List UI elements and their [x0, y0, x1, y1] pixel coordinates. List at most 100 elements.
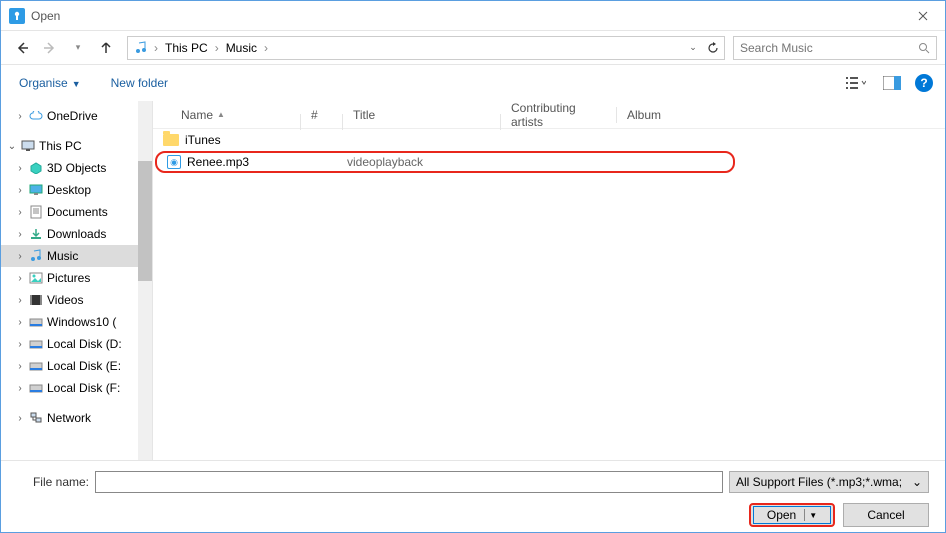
- column-headers: Name▲ # Title Contributing artists Album: [153, 101, 945, 129]
- tree-item-videos[interactable]: › Videos: [1, 289, 152, 311]
- tree-item-disk[interactable]: ›Windows10 (: [1, 311, 152, 333]
- tree-network[interactable]: › Network: [1, 407, 152, 429]
- new-folder-label: New folder: [111, 76, 168, 90]
- view-options-button[interactable]: [839, 70, 873, 96]
- chevron-right-icon[interactable]: ›: [13, 227, 27, 241]
- breadcrumb-music[interactable]: Music: [221, 37, 262, 59]
- close-icon: [918, 11, 928, 21]
- column-name[interactable]: Name▲: [153, 108, 301, 122]
- disk-icon: [27, 382, 45, 394]
- navigation-tree: › OneDrive ⌄ This PC › 3D Objects ›Desktop…: [1, 101, 153, 469]
- file-row[interactable]: iTunes: [153, 129, 945, 151]
- tree-item-pictures[interactable]: ›Pictures: [1, 267, 152, 289]
- chevron-right-icon[interactable]: ›: [13, 411, 27, 425]
- tree-item-music[interactable]: › Music: [1, 245, 152, 267]
- tree-item-disk[interactable]: › Local Disk (D:: [1, 333, 152, 355]
- tree-label: Local Disk (D:: [45, 337, 122, 351]
- pc-icon: [19, 140, 37, 152]
- address-bar[interactable]: › This PC › Music › ⌄: [127, 36, 725, 60]
- chevron-right-icon[interactable]: ›: [213, 41, 221, 55]
- window-title: Open: [31, 9, 901, 23]
- organise-label: Organise: [19, 76, 68, 90]
- downloads-icon: [27, 228, 45, 240]
- up-button[interactable]: [93, 35, 119, 61]
- tree-item-desktop[interactable]: ›Desktop: [1, 179, 152, 201]
- tree-label: This PC: [37, 139, 82, 153]
- chevron-right-icon[interactable]: ›: [13, 359, 27, 373]
- column-number[interactable]: #: [301, 108, 343, 122]
- tree-label: Music: [45, 249, 78, 263]
- forward-button[interactable]: [37, 35, 63, 61]
- tree-item-downloads[interactable]: › Downloads: [1, 223, 152, 245]
- chevron-right-icon[interactable]: ›: [13, 293, 27, 307]
- disk-icon: [27, 360, 45, 372]
- chevron-right-icon[interactable]: ›: [152, 41, 160, 55]
- toolbar: Organise ▼ New folder ?: [1, 65, 945, 101]
- refresh-button[interactable]: [704, 37, 722, 59]
- chevron-right-icon[interactable]: ›: [13, 161, 27, 175]
- help-button[interactable]: ?: [915, 74, 933, 92]
- tree-onedrive[interactable]: › OneDrive: [1, 105, 152, 127]
- tree-label: 3D Objects: [45, 161, 106, 175]
- tree-item-3d[interactable]: › 3D Objects: [1, 157, 152, 179]
- tree-item-documents[interactable]: › Documents: [1, 201, 152, 223]
- file-list: Name▲ # Title Contributing artists Album…: [153, 101, 945, 469]
- column-title[interactable]: Title: [343, 108, 501, 122]
- new-folder-button[interactable]: New folder: [105, 72, 174, 94]
- sort-asc-icon: ▲: [217, 110, 225, 119]
- tree-item-disk[interactable]: ›Local Disk (F:: [1, 377, 152, 399]
- caret-down-icon: ▼: [809, 511, 817, 520]
- search-input[interactable]: [740, 41, 918, 55]
- filename-input[interactable]: [95, 471, 723, 493]
- breadcrumb-this-pc[interactable]: This PC: [160, 37, 213, 59]
- main-area: › OneDrive ⌄ This PC › 3D Objects ›Desktop…: [1, 101, 945, 469]
- address-history-dropdown[interactable]: ⌄: [684, 37, 702, 59]
- chevron-right-icon[interactable]: ›: [13, 337, 27, 351]
- chevron-right-icon[interactable]: ›: [13, 183, 27, 197]
- recent-dropdown[interactable]: ▾: [65, 35, 91, 61]
- column-contributing-artists[interactable]: Contributing artists: [501, 101, 617, 129]
- organise-menu[interactable]: Organise ▼: [13, 72, 87, 94]
- search-icon: [918, 42, 930, 54]
- music-icon: [134, 41, 148, 55]
- cancel-button[interactable]: Cancel: [843, 503, 929, 527]
- disk-icon: [27, 316, 45, 328]
- chevron-right-icon[interactable]: ›: [13, 109, 27, 123]
- tree-item-disk[interactable]: ›Local Disk (E:: [1, 355, 152, 377]
- audio-file-icon: ◉: [167, 155, 181, 169]
- open-button[interactable]: Open▼: [749, 503, 835, 527]
- tree-this-pc[interactable]: ⌄ This PC: [1, 135, 152, 157]
- chevron-right-icon[interactable]: ›: [13, 271, 27, 285]
- folder-icon: [163, 134, 179, 146]
- column-album[interactable]: Album: [617, 108, 945, 122]
- tree-label: Videos: [45, 293, 83, 307]
- view-icon: [846, 76, 866, 90]
- tree-scrollbar[interactable]: [138, 101, 152, 469]
- caret-down-icon: ⌄: [912, 475, 922, 489]
- 3d-icon: [27, 162, 45, 174]
- file-type-filter[interactable]: All Support Files (*.mp3;*.wma; ⌄: [729, 471, 929, 493]
- back-button[interactable]: [9, 35, 35, 61]
- tree-label: Downloads: [45, 227, 106, 241]
- file-row[interactable]: ◉Renee.mp3videoplayback: [155, 151, 735, 173]
- preview-pane-button[interactable]: [875, 70, 909, 96]
- search-box[interactable]: [733, 36, 937, 60]
- chevron-down-icon[interactable]: ⌄: [5, 139, 19, 153]
- navigation-bar: ▾ › This PC › Music › ⌄: [1, 31, 945, 65]
- chevron-right-icon[interactable]: ›: [13, 249, 27, 263]
- caret-down-icon: ▼: [72, 79, 81, 89]
- refresh-icon: [707, 42, 719, 54]
- tree-label: Documents: [45, 205, 108, 219]
- file-name: iTunes: [185, 133, 221, 147]
- disk-icon: [27, 338, 45, 350]
- documents-icon: [27, 205, 45, 219]
- chevron-right-icon[interactable]: ›: [13, 205, 27, 219]
- scrollbar-thumb[interactable]: [138, 161, 152, 281]
- chevron-right-icon[interactable]: ›: [13, 381, 27, 395]
- chevron-right-icon[interactable]: ›: [13, 315, 27, 329]
- preview-pane-icon: [883, 76, 901, 90]
- cloud-icon: [27, 111, 45, 121]
- close-button[interactable]: [901, 1, 945, 31]
- chevron-right-icon[interactable]: ›: [262, 41, 270, 55]
- app-icon: [9, 8, 25, 24]
